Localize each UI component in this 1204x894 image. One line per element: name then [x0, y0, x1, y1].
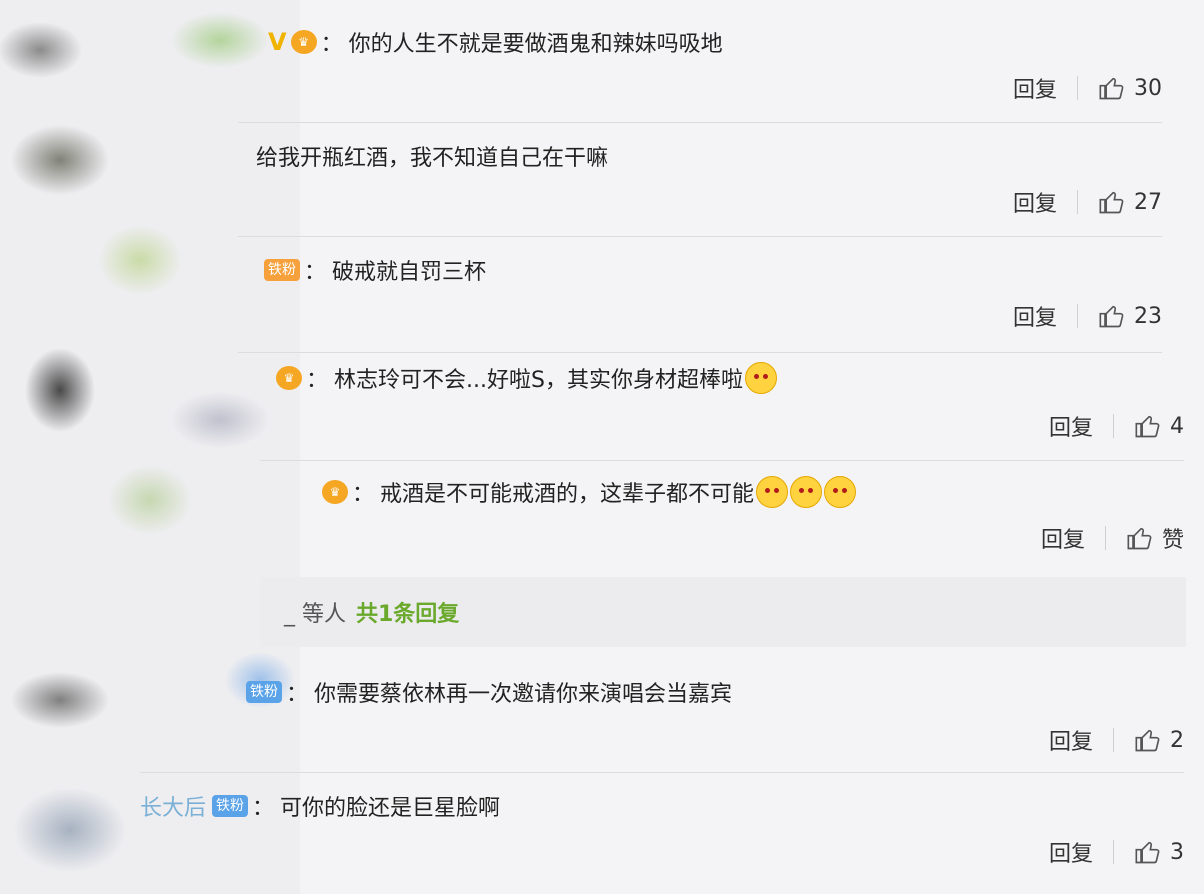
thumbs-up-icon[interactable] — [1126, 524, 1154, 552]
blurred-avatars-column — [0, 0, 300, 894]
like-label: 赞 — [1161, 528, 1184, 553]
comment-2-line: 给我开瓶红酒，我不知道自己在干嘛 — [256, 140, 608, 172]
comment-1-actions: 回复 30 — [1013, 72, 1162, 104]
reply-button[interactable]: 回复 — [1049, 836, 1093, 868]
doge-emoji-icon — [824, 476, 857, 508]
doge-emoji-icon — [744, 362, 777, 394]
like-count: 23 — [1134, 303, 1162, 329]
fan-badge: 铁粉 — [246, 681, 282, 703]
thumbs-up-icon[interactable] — [1098, 188, 1126, 216]
thumbs-up-icon[interactable] — [1134, 412, 1162, 440]
action-separator — [1104, 526, 1106, 550]
comment-7-actions: 回复 3 — [1049, 836, 1184, 868]
reply-button[interactable]: 回复 — [1041, 522, 1085, 554]
like-count: 27 — [1134, 189, 1162, 215]
divider — [238, 122, 1162, 123]
vip-crown-icon: ♛ — [276, 366, 302, 390]
doge-emoji-icon — [756, 476, 789, 508]
divider — [238, 236, 1162, 237]
thumbs-up-icon[interactable] — [1098, 302, 1126, 330]
comment-5-line: ♛ ： 戒酒是不可能戒酒的，这辈子都不可能 — [318, 476, 857, 508]
divider — [238, 352, 1162, 353]
reply-button[interactable]: 回复 — [1049, 724, 1093, 756]
fan-badge: 铁粉 — [212, 795, 249, 817]
comment-text: 你需要蔡依林再一次邀请你来演唱会当嘉宾 — [314, 682, 733, 707]
action-separator — [1113, 840, 1114, 864]
vip-crown-icon: ♛ — [290, 30, 317, 54]
like-count: 30 — [1134, 75, 1162, 101]
thumbs-up-icon[interactable] — [1134, 726, 1162, 754]
action-separator — [1077, 76, 1078, 100]
thumbs-up-icon[interactable] — [1098, 74, 1126, 102]
comment-2-actions: 回复 27 — [1013, 186, 1162, 218]
divider — [140, 772, 1184, 773]
reply-button[interactable]: 回复 — [1049, 410, 1093, 442]
comment-4-actions: 回复 4 — [1049, 410, 1184, 442]
comment-5-actions: 回复 赞 — [1041, 522, 1184, 554]
comment-7-line: 长大后 铁粉 ： 可你的脸还是巨星脸啊 — [140, 790, 500, 822]
thumbs-up-icon[interactable] — [1134, 838, 1162, 866]
comment-text: 戒酒是不可能戒酒的，这辈子都不可能 — [380, 482, 755, 507]
reply-button[interactable]: 回复 — [1013, 300, 1057, 332]
reply-button[interactable]: 回复 — [1013, 72, 1057, 104]
comment-username[interactable]: 长大后 — [140, 790, 206, 822]
comment-4-line: ♛ ： 林志玲可不会...好啦S，其实你身材超棒啦 — [272, 362, 777, 394]
comment-text: 你的人生不就是要做酒鬼和辣妹吗吸地 — [348, 32, 723, 57]
comment-text: 破戒就自罚三杯 — [332, 260, 487, 285]
like-count: 4 — [1170, 413, 1184, 439]
divider — [260, 460, 1184, 461]
vip-crown-icon: ♛ — [322, 480, 348, 504]
action-separator — [1077, 190, 1078, 214]
comment-text: 林志玲可不会...好啦S，其实你身材超棒啦 — [334, 368, 743, 393]
reply-button[interactable]: 回复 — [1013, 186, 1057, 218]
reply-count-link[interactable]: 共1条回复 — [356, 596, 459, 628]
action-separator — [1113, 414, 1114, 438]
like-count: 2 — [1170, 727, 1184, 753]
action-separator — [1113, 728, 1114, 752]
verified-v-icon: V — [268, 28, 287, 56]
like-count: 3 — [1170, 839, 1184, 865]
action-separator — [1077, 304, 1078, 328]
comment-3-line: 铁粉 ： 破戒就自罚三杯 — [258, 254, 486, 286]
comment-1-line: V ♛ ： 你的人生不就是要做酒鬼和辣妹吗吸地 — [268, 28, 723, 57]
comment-text: 可你的脸还是巨星脸啊 — [280, 796, 501, 821]
comment-6-actions: 回复 2 — [1049, 724, 1184, 756]
more-replies-bar[interactable]: _ 等人 共1条回复 — [260, 577, 1186, 647]
comment-text: 给我开瓶红酒，我不知道自己在干嘛 — [256, 146, 609, 171]
reply-users: _ 等人 — [284, 602, 346, 627]
doge-emoji-icon — [790, 476, 823, 508]
comment-6-line: 铁粉 ： 你需要蔡依林再一次邀请你来演唱会当嘉宾 — [240, 676, 732, 708]
comment-3-actions: 回复 23 — [1013, 300, 1162, 332]
fan-badge: 铁粉 — [264, 259, 300, 281]
